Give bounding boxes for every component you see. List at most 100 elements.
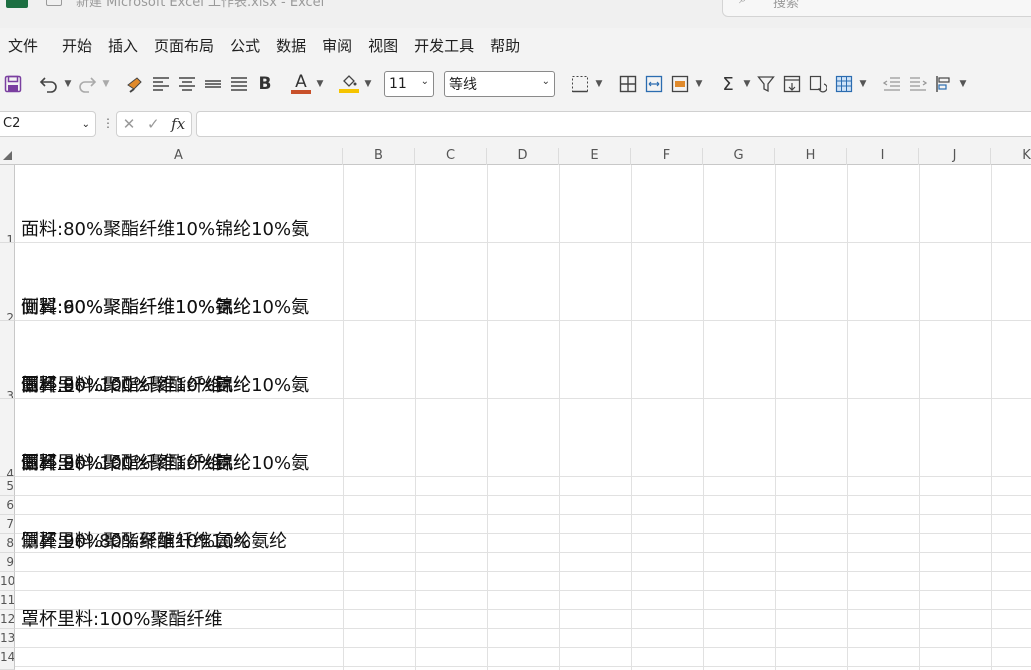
column-header-g[interactable]: G — [703, 148, 775, 165]
column-header-b[interactable]: B — [343, 148, 415, 165]
select-all-icon — [3, 151, 12, 160]
row-header[interactable]: 13 — [0, 629, 15, 648]
increase-indent-icon — [910, 77, 927, 91]
redo-button[interactable] — [74, 70, 100, 98]
row-header[interactable]: 12 — [0, 610, 15, 629]
row-header[interactable]: 9 — [0, 553, 15, 572]
table-format-button[interactable] — [831, 70, 857, 98]
bold-button[interactable]: B — [252, 70, 278, 98]
format-painter-button[interactable] — [122, 70, 148, 98]
quick-toolbar: ▼ ▼ B A ▼ ▼ 11 ⌄ 等线 ⌄ ▼ ▼ Σ ▼ ▼ ▼ — [0, 66, 1031, 102]
undo-dropdown[interactable]: ▼ — [62, 70, 74, 98]
decrease-indent-button[interactable] — [879, 70, 905, 98]
row-header[interactable]: 6 — [0, 496, 15, 515]
wrap-text-button[interactable] — [641, 70, 667, 98]
save-button[interactable] — [0, 70, 26, 98]
filter-button[interactable] — [753, 70, 779, 98]
row-header-4[interactable]: 4 — [0, 399, 15, 477]
increase-indent-button[interactable] — [905, 70, 931, 98]
align-objects-button[interactable] — [931, 70, 957, 98]
merge-cells-icon — [671, 75, 689, 93]
fill-color-swatch — [339, 89, 359, 93]
refresh-button[interactable] — [805, 70, 831, 98]
tab-data[interactable]: 数据 — [268, 33, 314, 59]
name-box-value: C2 — [3, 116, 21, 131]
font-color-swatch — [291, 90, 311, 94]
tab-formulas[interactable]: 公式 — [222, 33, 268, 59]
font-color-dropdown[interactable]: ▼ — [314, 70, 326, 98]
cell-line: 侧翼:90%聚酯纤维10%氨纶 — [21, 531, 252, 552]
filter-icon — [757, 76, 775, 93]
row-header[interactable]: 8 — [0, 534, 15, 553]
row-header-2[interactable]: 2 — [0, 243, 15, 321]
more-options-icon[interactable]: ⋮ — [102, 116, 114, 130]
merge-dropdown[interactable]: ▼ — [693, 70, 705, 98]
column-header-e[interactable]: E — [559, 148, 631, 165]
cell-line: 面料:60%聚酯纤维10%锦纶10%氨 — [21, 297, 310, 318]
borders-button[interactable] — [567, 70, 593, 98]
tab-developer[interactable]: 开发工具 — [406, 33, 482, 59]
tab-help[interactable]: 帮助 — [482, 33, 528, 59]
font-size-value: 11 — [389, 76, 407, 92]
column-header-j[interactable]: J — [919, 148, 991, 165]
font-size-select[interactable]: 11 ⌄ — [384, 71, 434, 97]
align-middle-button[interactable] — [200, 70, 226, 98]
column-header-f[interactable]: F — [631, 148, 703, 165]
column-header-a[interactable]: A — [15, 148, 343, 165]
font-name-select[interactable]: 等线 ⌄ — [444, 71, 555, 97]
tab-page-layout[interactable]: 页面布局 — [146, 33, 222, 59]
row-header-1[interactable]: 1 — [0, 165, 15, 243]
cell-line: 面料:80%聚酯纤维10%锦纶10%氨 — [21, 219, 310, 240]
align-center-button[interactable] — [174, 70, 200, 98]
formula-input[interactable] — [196, 111, 1031, 137]
fill-color-dropdown[interactable]: ▼ — [362, 70, 374, 98]
merge-cells-button[interactable] — [667, 70, 693, 98]
tab-review[interactable]: 审阅 — [314, 33, 360, 59]
row-header-3[interactable]: 3 — [0, 321, 15, 399]
row-header[interactable]: 11 — [0, 591, 15, 610]
confirm-icon[interactable]: ✓ — [147, 115, 160, 133]
column-header-k[interactable]: K — [991, 148, 1031, 165]
row-header[interactable]: 14 — [0, 648, 15, 670]
column-header-d[interactable]: D — [487, 148, 559, 165]
insert-function-button[interactable]: fx — [171, 115, 185, 133]
align-left-icon — [153, 77, 169, 91]
formula-buttons: ✕ ✓ fx — [116, 111, 192, 137]
tab-file[interactable]: 文件 — [0, 33, 46, 59]
cancel-icon[interactable]: ✕ — [123, 115, 136, 133]
font-color-button[interactable]: A — [288, 70, 314, 98]
tab-view[interactable]: 视图 — [360, 33, 406, 59]
autosum-button[interactable]: Σ — [715, 70, 741, 98]
row-header[interactable]: 5 — [0, 477, 15, 496]
borders-dropdown[interactable]: ▼ — [593, 70, 605, 98]
tab-insert[interactable]: 插入 — [100, 33, 146, 59]
freeze-panes-button[interactable] — [779, 70, 805, 98]
autosum-dropdown[interactable]: ▼ — [741, 70, 753, 98]
search-icon: ⌕ — [739, 0, 747, 7]
row-header[interactable]: 7 — [0, 515, 15, 534]
column-header-h[interactable]: H — [775, 148, 847, 165]
cell-a4[interactable]: 面料:80%聚酯纤维10%锦纶10%氨 侧翼:90%聚酯纤维10%氨纶 罩杯里料… — [21, 399, 309, 670]
select-all-button[interactable] — [0, 148, 15, 165]
column-header-c[interactable]: C — [415, 148, 487, 165]
name-box[interactable]: C2 ⌄ — [0, 111, 96, 137]
decrease-indent-icon — [883, 77, 900, 91]
redo-dropdown[interactable]: ▼ — [100, 70, 112, 98]
row-header[interactable]: 10 — [0, 572, 15, 591]
formula-bar: C2 ⌄ ⋮ ✕ ✓ fx — [0, 110, 1031, 140]
align-objects-dropdown[interactable]: ▼ — [957, 70, 969, 98]
tab-home[interactable]: 开始 — [54, 33, 100, 59]
column-headers: A B C D E F G H I J K — [0, 148, 1031, 165]
justify-button[interactable] — [226, 70, 252, 98]
column-header-i[interactable]: I — [847, 148, 919, 165]
paint-bucket-icon — [343, 75, 357, 87]
all-borders-button[interactable] — [615, 70, 641, 98]
borders-icon — [572, 76, 588, 93]
ribbon-tabs: 文件 开始 插入 页面布局 公式 数据 审阅 视图 开发工具 帮助 — [0, 32, 1031, 60]
search-box[interactable]: ⌕ 搜索 — [722, 0, 1031, 17]
align-left-button[interactable] — [148, 70, 174, 98]
cell-area[interactable]: 面料:80%聚酯纤维10%锦纶10%氨 侧翼:90%聚酯纤维10%氨纶 罩杯里料… — [15, 165, 1031, 670]
fill-color-button[interactable] — [336, 70, 362, 98]
table-format-dropdown[interactable]: ▼ — [857, 70, 869, 98]
undo-button[interactable] — [36, 70, 62, 98]
